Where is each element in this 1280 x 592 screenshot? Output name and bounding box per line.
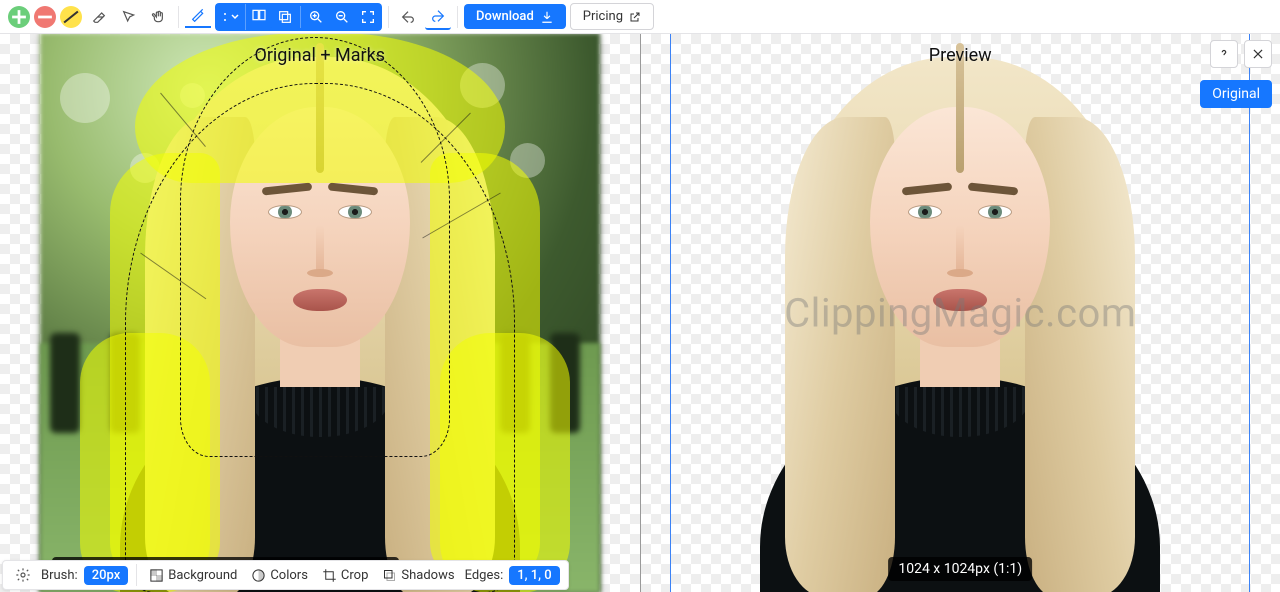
crop-icon: [322, 568, 337, 583]
dimensions-chip: 1024 x 1024px (1:1): [888, 557, 1032, 581]
fit-screen-button[interactable]: [355, 4, 381, 30]
download-icon: [540, 10, 554, 24]
brush-size-value[interactable]: 20px: [84, 566, 129, 585]
external-link-icon: [629, 11, 641, 23]
pane-title: Original + Marks: [254, 45, 385, 66]
redo-button[interactable]: [425, 4, 451, 30]
pricing-button[interactable]: Pricing: [570, 3, 654, 30]
undo-button[interactable]: [395, 4, 421, 30]
brush-label: Brush:: [41, 568, 78, 583]
shadows-icon: [382, 568, 397, 583]
main-split: Original + Marks light hair color model,…: [0, 34, 1280, 592]
side-by-side-icon[interactable]: [246, 4, 272, 30]
original-canvas[interactable]: Original + Marks light hair color model,…: [40, 34, 600, 592]
view-group: [215, 3, 382, 31]
separator: [388, 6, 389, 28]
shadows-button[interactable]: Shadows: [378, 566, 458, 585]
preview-canvas[interactable]: ClippingMagic.com Preview 1024 x 1024px …: [670, 34, 1250, 592]
bottom-toolbar: Brush: 20px Background Colors Crop Shado…: [2, 560, 569, 590]
zoom-in-button[interactable]: [303, 4, 329, 30]
pricing-label: Pricing: [583, 9, 623, 24]
original-pane[interactable]: Original + Marks light hair color model,…: [0, 34, 641, 592]
zoom-out-button[interactable]: [329, 4, 355, 30]
colors-icon: [251, 568, 266, 583]
original-toggle[interactable]: Original: [1200, 80, 1272, 108]
separator: [457, 6, 458, 28]
background-icon: [149, 568, 164, 583]
add-mark-tool[interactable]: [8, 6, 30, 28]
watermark: ClippingMagic.com: [784, 290, 1136, 337]
separator: [136, 564, 137, 586]
edges-label: Edges:: [465, 568, 504, 583]
preview-pane[interactable]: Original: [641, 34, 1280, 592]
download-label: Download: [476, 9, 534, 24]
eraser-tool[interactable]: [86, 4, 112, 30]
pan-tool[interactable]: [146, 4, 172, 30]
help-button[interactable]: [1210, 40, 1238, 68]
top-toolbar: Download Pricing: [0, 0, 1280, 34]
pane-title: Preview: [929, 45, 992, 66]
separator: [178, 6, 179, 28]
hair-tool[interactable]: [60, 6, 82, 28]
download-button[interactable]: Download: [464, 4, 566, 29]
gear-icon: [15, 567, 31, 583]
background-button[interactable]: Background: [145, 566, 241, 585]
settings-button[interactable]: [11, 563, 35, 587]
subject: [105, 47, 535, 592]
colors-button[interactable]: Colors: [247, 566, 312, 585]
edges-value[interactable]: 1, 1, 0: [509, 566, 559, 585]
overlay-view-icon[interactable]: [272, 4, 298, 30]
scalpel-tool[interactable]: [116, 4, 142, 30]
question-icon: [1217, 47, 1231, 61]
remove-mark-tool[interactable]: [34, 6, 56, 28]
separator: [300, 6, 301, 28]
close-icon: [1251, 47, 1265, 61]
crop-button[interactable]: Crop: [318, 566, 372, 585]
close-button[interactable]: [1244, 40, 1272, 68]
sword-tool[interactable]: [185, 6, 211, 28]
view-mode-dropdown[interactable]: [216, 4, 246, 30]
